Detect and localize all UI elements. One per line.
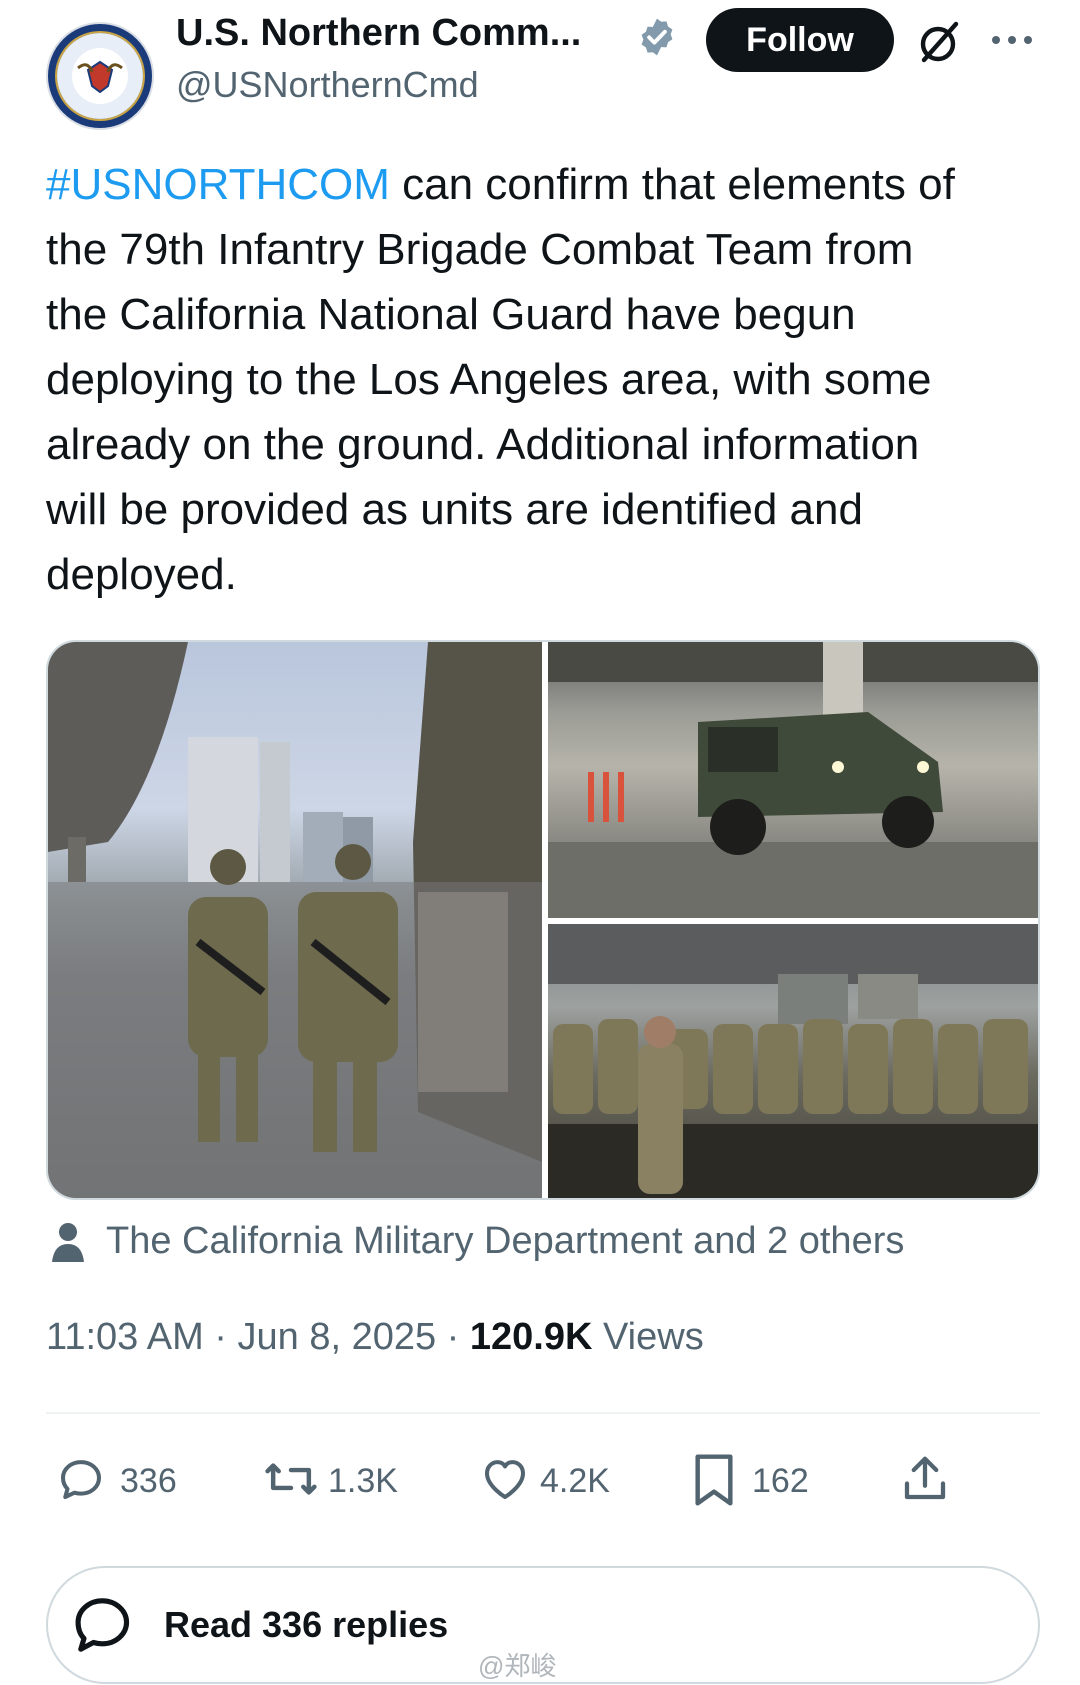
photo-soldiers-street[interactable] bbox=[48, 642, 542, 1198]
views-count[interactable]: 120.9K bbox=[470, 1316, 593, 1358]
timestamp-time[interactable]: 11:03 AM bbox=[46, 1316, 204, 1358]
like-count: 4.2K bbox=[540, 1462, 610, 1500]
share-icon bbox=[904, 1456, 946, 1500]
tweet-meta: 11:03 AM · Jun 8, 2025 · 120.9K Views bbox=[46, 1316, 704, 1358]
repost-icon bbox=[265, 1463, 317, 1495]
divider bbox=[46, 1412, 1040, 1414]
hashtag-link[interactable]: #USNORTHCOM bbox=[46, 160, 390, 209]
bookmark-icon bbox=[695, 1454, 733, 1506]
reply-count: 336 bbox=[120, 1462, 177, 1500]
read-replies-label: Read 336 replies bbox=[164, 1604, 449, 1645]
display-name[interactable]: U.S. Northern Comm... bbox=[176, 12, 581, 55]
avatar[interactable] bbox=[46, 22, 154, 130]
tweet-line: will be provided as units are identified… bbox=[46, 485, 863, 534]
views-label: Views bbox=[603, 1316, 704, 1358]
tweet-line: the California National Guard have begun bbox=[46, 290, 856, 339]
more-icon[interactable] bbox=[990, 34, 1034, 46]
verified-badge-icon bbox=[641, 18, 673, 56]
repost-count: 1.3K bbox=[328, 1462, 398, 1500]
grok-icon[interactable] bbox=[916, 18, 964, 66]
user-handle[interactable]: @USNorthernCmd bbox=[176, 64, 479, 106]
follow-button[interactable]: Follow bbox=[706, 8, 894, 72]
tagged-users-label: The California Military Department and 2… bbox=[106, 1220, 905, 1262]
tweet-line: deployed. bbox=[46, 550, 237, 599]
media-grid bbox=[46, 640, 1040, 1200]
reply-icon bbox=[60, 1460, 102, 1500]
tweet-text: #USNORTHCOM can confirm that elements of… bbox=[46, 152, 1036, 607]
photo-troops-briefing[interactable] bbox=[548, 924, 1038, 1198]
tweet-line: deploying to the Los Angeles area, with … bbox=[46, 355, 932, 404]
like-icon bbox=[484, 1460, 526, 1500]
chat-bubble-icon bbox=[75, 1598, 130, 1652]
tweet-header: U.S. Northern Comm... @USNorthernCmd Fol… bbox=[0, 0, 1080, 130]
share-button[interactable] bbox=[898, 1452, 952, 1516]
person-icon bbox=[52, 1223, 84, 1262]
like-button[interactable]: 4.2K bbox=[478, 1452, 610, 1516]
tweet-line: #USNORTHCOM can confirm that elements of bbox=[46, 160, 955, 209]
bookmark-count: 162 bbox=[752, 1462, 809, 1500]
timestamp-date[interactable]: Jun 8, 2025 bbox=[238, 1316, 437, 1358]
photo-vehicle-garage[interactable] bbox=[548, 642, 1038, 918]
tweet-line: already on the ground. Additional inform… bbox=[46, 420, 920, 469]
reply-button[interactable]: 336 bbox=[54, 1452, 177, 1516]
tweet-line: the 79th Infantry Brigade Combat Team fr… bbox=[46, 225, 914, 274]
bookmark-button[interactable]: 162 bbox=[690, 1452, 809, 1516]
watermark: @郑峻 bbox=[478, 1651, 557, 1681]
repost-button[interactable]: 1.3K bbox=[262, 1452, 398, 1516]
